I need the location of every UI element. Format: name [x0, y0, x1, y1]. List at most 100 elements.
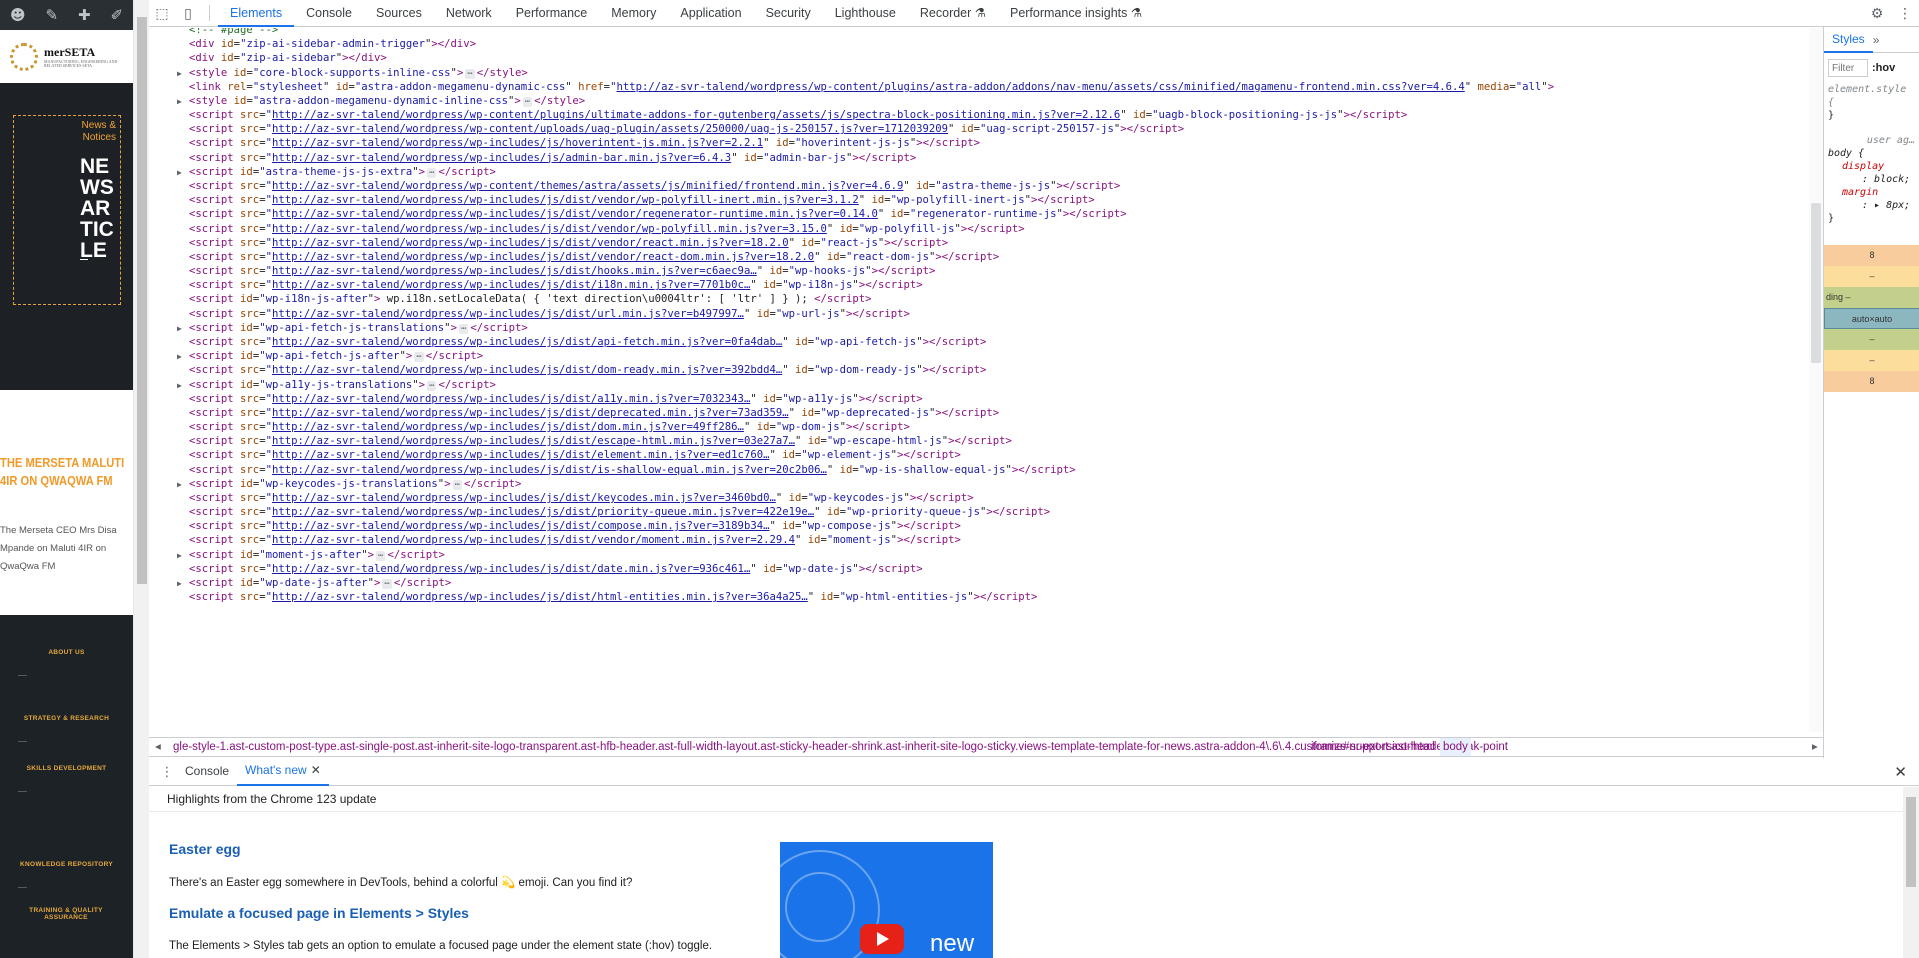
feature-heading-easter-egg[interactable]: Easter egg [169, 841, 241, 857]
drawer-tab-console[interactable]: Console [177, 758, 237, 785]
breadcrumb-left-arrow-icon[interactable]: ◂ [155, 738, 161, 756]
tab-recorder[interactable]: Recorder ⚗ [908, 0, 998, 27]
hov-toggle[interactable]: :hov [1872, 62, 1895, 74]
brush-icon[interactable]: ✎ [46, 6, 59, 24]
logo-emblem-icon [10, 42, 38, 71]
body-rule-close: } [1828, 213, 1835, 224]
breadcrumb-item-iframe[interactable]: iframe#nr-ext-rsicon [1311, 738, 1413, 756]
website-preview: ☻ ✎ ✚ ✐ merSETA MANUFACTURING, ENGINEERIN… [0, 0, 133, 958]
menu-divider [18, 741, 27, 742]
more-options-icon[interactable]: ⋮ [1891, 5, 1919, 22]
expand-arrow-icon[interactable]: ▶ [177, 348, 182, 365]
settings-icon[interactable]: ⚙ [1863, 5, 1891, 22]
feature-heading-emulate-focus[interactable]: Emulate a focused page in Elements > Sty… [169, 905, 469, 921]
close-drawer-icon[interactable]: ✕ [1894, 763, 1907, 781]
panel-tabs: Elements Console Sources Network Performance… [218, 0, 1154, 27]
plus-icon[interactable]: ✚ [78, 6, 91, 24]
tab-security[interactable]: Security [754, 0, 823, 27]
devtools: ⬚ ▯ Elements Console Sources Network Perform… [149, 0, 1919, 958]
menu-item-about-us[interactable]: ABOUT US [0, 649, 133, 656]
styles-filter: :hov [1828, 59, 1915, 77]
tab-elements[interactable]: Elements [218, 0, 295, 27]
tab-memory[interactable]: Memory [599, 0, 668, 27]
menu-item-knowledge-repository[interactable]: KNOWLEDGE REPOSITORY [0, 861, 133, 868]
youtube-play-icon[interactable] [860, 924, 904, 954]
palette-icon[interactable]: ☻ [10, 6, 26, 24]
more-tabs-icon[interactable]: » [1873, 33, 1880, 47]
dom-tree-scrollbar-thumb[interactable] [1811, 203, 1821, 363]
menu-item-strategy-research[interactable]: STRATEGY & RESEARCH [0, 715, 133, 722]
page-scrollbar-thumb[interactable] [137, 17, 147, 584]
box-model-margin-bottom[interactable]: 8 [1824, 371, 1919, 392]
expand-arrow-icon[interactable]: ▶ [177, 377, 182, 394]
tab-network[interactable]: Network [434, 0, 504, 27]
box-model-border-bottom[interactable]: – [1824, 350, 1919, 371]
tab-application[interactable]: Application [668, 0, 753, 27]
feature-text-emulate-focus: The Elements > Styles tab gets an option… [169, 940, 713, 952]
styles-filter-input[interactable] [1828, 59, 1868, 77]
site-logo[interactable]: merSETA MANUFACTURING, ENGINEERING AND RE… [0, 30, 133, 83]
box-model-margin-top[interactable]: 8 [1824, 245, 1919, 266]
tab-performance-insights[interactable]: Performance insights ⚗ [998, 0, 1154, 27]
expand-arrow-icon[interactable]: ▶ [177, 320, 182, 337]
breadcrumb-item-html[interactable]: html [1413, 738, 1435, 756]
expand-arrow-icon[interactable]: ▶ [177, 575, 182, 592]
css-value-margin[interactable]: : ▸ 8px; [1824, 199, 1919, 212]
expand-arrow-icon[interactable]: ▶ [177, 476, 182, 493]
breadcrumb-item-body[interactable]: body [1440, 738, 1471, 756]
decor-ring [785, 872, 855, 942]
menu-item-skills-development[interactable]: SKILLS DEVELOPMENT [0, 765, 133, 772]
css-value-display[interactable]: : block; [1824, 173, 1919, 186]
pen-icon[interactable]: ✐ [110, 6, 123, 24]
menu-item-training-quality[interactable]: TRAINING & QUALITY ASSURANCE [11, 907, 121, 921]
styles-tabs: Styles » [1824, 27, 1919, 53]
user-agent-label: user ag… [1866, 135, 1915, 146]
dom-tree-scrollbar[interactable] [1809, 28, 1823, 732]
tab-sources[interactable]: Sources [364, 0, 434, 27]
article-blurb: The Merseta CEO Mrs Disa Mpande on Malut… [0, 525, 117, 572]
expand-arrow-icon[interactable]: ▶ [177, 65, 182, 82]
tab-styles[interactable]: Styles [1824, 27, 1873, 53]
close-tab-icon[interactable]: ✕ [311, 763, 321, 777]
page-scrollbar[interactable] [133, 0, 149, 958]
divider [149, 811, 1903, 812]
news-article-banner: News & Notices NEWS ARTICLE [13, 115, 121, 305]
body-rule-selector[interactable]: body { [1824, 147, 1919, 160]
inspect-element-icon[interactable]: ⬚ [149, 5, 175, 22]
tab-lighthouse[interactable]: Lighthouse [823, 0, 908, 27]
css-prop-display[interactable]: display [1824, 160, 1919, 173]
box-model-content[interactable]: auto×auto [1824, 308, 1919, 329]
box-model-padding[interactable]: ding – [1824, 287, 1919, 308]
breadcrumb-item-body-classes[interactable]: gle-style-1.ast-custom-post-type.ast-sin… [173, 738, 1508, 756]
drawer-menu-icon[interactable]: ⋮ [157, 764, 177, 780]
breadcrumb-right-arrow-icon[interactable]: ▸ [1812, 738, 1818, 756]
drawer-tab-whats-new[interactable]: What's new ✕ [237, 757, 329, 786]
toolbar-divider [209, 5, 210, 21]
expand-arrow-icon[interactable]: ▶ [177, 547, 182, 564]
box-model-padding-bottom[interactable]: – [1824, 329, 1919, 350]
expand-arrow-icon[interactable]: ▶ [177, 164, 182, 181]
site-hero: merSETA MANUFACTURING, ENGINEERING AND RE… [0, 30, 133, 390]
box-model-border-top[interactable]: – [1824, 266, 1919, 287]
logo-subtext: MANUFACTURING, ENGINEERING AND RELATED S… [44, 58, 118, 68]
logo-text: merSETA [44, 44, 96, 59]
drawer-scrollbar-thumb[interactable] [1906, 797, 1916, 887]
site-menu: ABOUT US STRATEGY & RESEARCH SKILLS DEVE… [0, 615, 133, 958]
site-tool-strip: ☻ ✎ ✚ ✐ [0, 0, 133, 30]
whats-new-highlights: Highlights from the Chrome 123 update [167, 792, 377, 806]
css-value-margin-text: 8px; [1886, 200, 1911, 211]
drawer-scrollbar[interactable] [1903, 787, 1919, 958]
menu-divider [18, 675, 27, 676]
styles-pane: Styles » :hov element.style { } user ag…… [1823, 27, 1919, 758]
article-headline[interactable]: THE MERSETA MALUTI 4IR ON QWAQWA FM [0, 454, 133, 490]
drawer-tab-whats-new-label: What's new [245, 763, 307, 777]
elements-dom-tree[interactable]: <!-- #page --> <div id="zip-ai-sidebar-ad… [149, 28, 1809, 730]
css-prop-margin[interactable]: margin [1824, 186, 1919, 199]
element-style-rule[interactable]: element.style { [1824, 83, 1919, 109]
whats-new-video-thumbnail[interactable]: new [780, 842, 993, 958]
video-label: new [930, 930, 975, 957]
tab-performance[interactable]: Performance [504, 0, 600, 27]
tab-console[interactable]: Console [294, 0, 364, 27]
device-toolbar-icon[interactable]: ▯ [175, 5, 201, 22]
expand-arrow-icon[interactable]: ▶ [177, 93, 182, 110]
